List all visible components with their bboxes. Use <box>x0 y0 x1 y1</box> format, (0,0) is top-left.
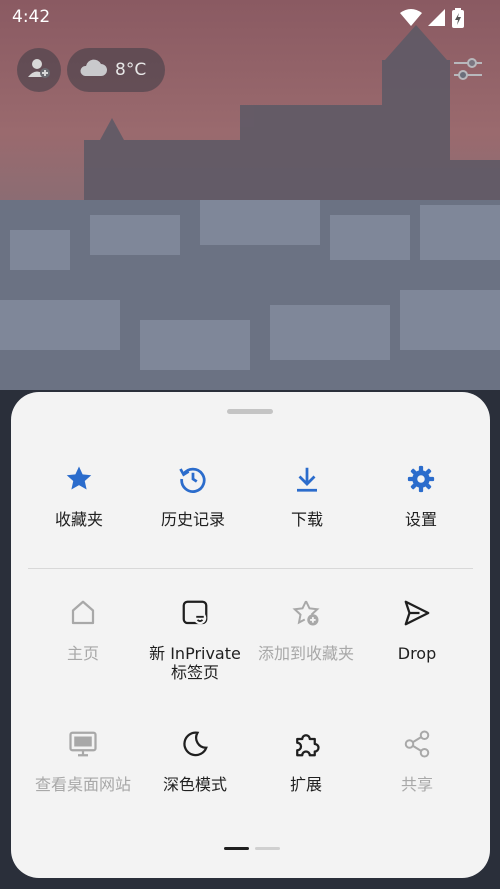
wifi-icon <box>400 9 422 31</box>
share-icon <box>402 729 432 763</box>
add-to-favorites-label: 添加到收藏夹 <box>257 644 354 663</box>
add-to-favorites-button[interactable]: 添加到收藏夹 <box>250 598 362 663</box>
extensions-button[interactable]: 扩展 <box>250 729 362 794</box>
share-label: 共享 <box>400 775 433 794</box>
star-add-icon <box>291 598 321 632</box>
view-desktop-site-label: 查看桌面网站 <box>34 775 131 794</box>
settings-button[interactable]: 设置 <box>365 464 477 529</box>
downloads-label: 下载 <box>290 510 323 529</box>
moon-icon <box>180 729 210 763</box>
downloads-button[interactable]: 下载 <box>251 464 363 529</box>
sliders-icon <box>450 58 486 88</box>
weather-chip[interactable]: 8°C <box>67 48 165 92</box>
favorites-label: 收藏夹 <box>54 510 103 529</box>
browser-menu-sheet: 收藏夹 历史记录 下载 设置 主页 新 InPrivate 标签页 添加到收藏夹… <box>11 392 490 878</box>
drop-label: Drop <box>397 644 437 663</box>
sheet-drag-handle[interactable] <box>227 409 273 414</box>
home-label: 主页 <box>66 644 99 663</box>
settings-label: 设置 <box>404 510 437 529</box>
new-inprivate-tab-label: 新 InPrivate 标签页 <box>149 644 241 682</box>
page-indicator-active[interactable] <box>224 847 249 850</box>
favorites-button[interactable]: 收藏夹 <box>23 464 135 529</box>
weather-temperature: 8°C <box>115 60 147 80</box>
download-icon <box>292 464 322 498</box>
desktop-icon <box>68 729 98 763</box>
extensions-label: 扩展 <box>289 775 322 794</box>
cloud-icon <box>79 58 107 83</box>
puzzle-icon <box>291 729 321 763</box>
history-icon <box>178 464 208 498</box>
status-bar: 4:42 <box>0 0 500 34</box>
inprivate-tab-icon <box>180 598 210 632</box>
dark-mode-label: 深色模式 <box>162 775 227 794</box>
gear-icon <box>406 464 436 498</box>
view-desktop-site-button[interactable]: 查看桌面网站 <box>27 729 139 794</box>
menu-divider <box>28 568 473 569</box>
menu-page-indicator <box>224 847 280 850</box>
add-profile-button[interactable] <box>17 48 61 92</box>
history-button[interactable]: 历史记录 <box>137 464 249 529</box>
home-button[interactable]: 主页 <box>27 598 139 663</box>
drop-button[interactable]: Drop <box>361 598 473 663</box>
send-icon <box>402 598 432 632</box>
star-icon <box>64 464 94 498</box>
page-indicator-inactive[interactable] <box>255 847 280 850</box>
share-button[interactable]: 共享 <box>361 729 473 794</box>
status-time: 4:42 <box>12 7 51 27</box>
history-label: 历史记录 <box>160 510 225 529</box>
battery-icon <box>452 8 464 32</box>
signal-icon <box>428 9 446 31</box>
person-add-icon <box>27 56 51 84</box>
new-inprivate-tab-button[interactable]: 新 InPrivate 标签页 <box>139 598 251 682</box>
customize-button[interactable] <box>450 54 486 84</box>
home-icon <box>68 598 98 632</box>
dark-mode-button[interactable]: 深色模式 <box>139 729 251 794</box>
